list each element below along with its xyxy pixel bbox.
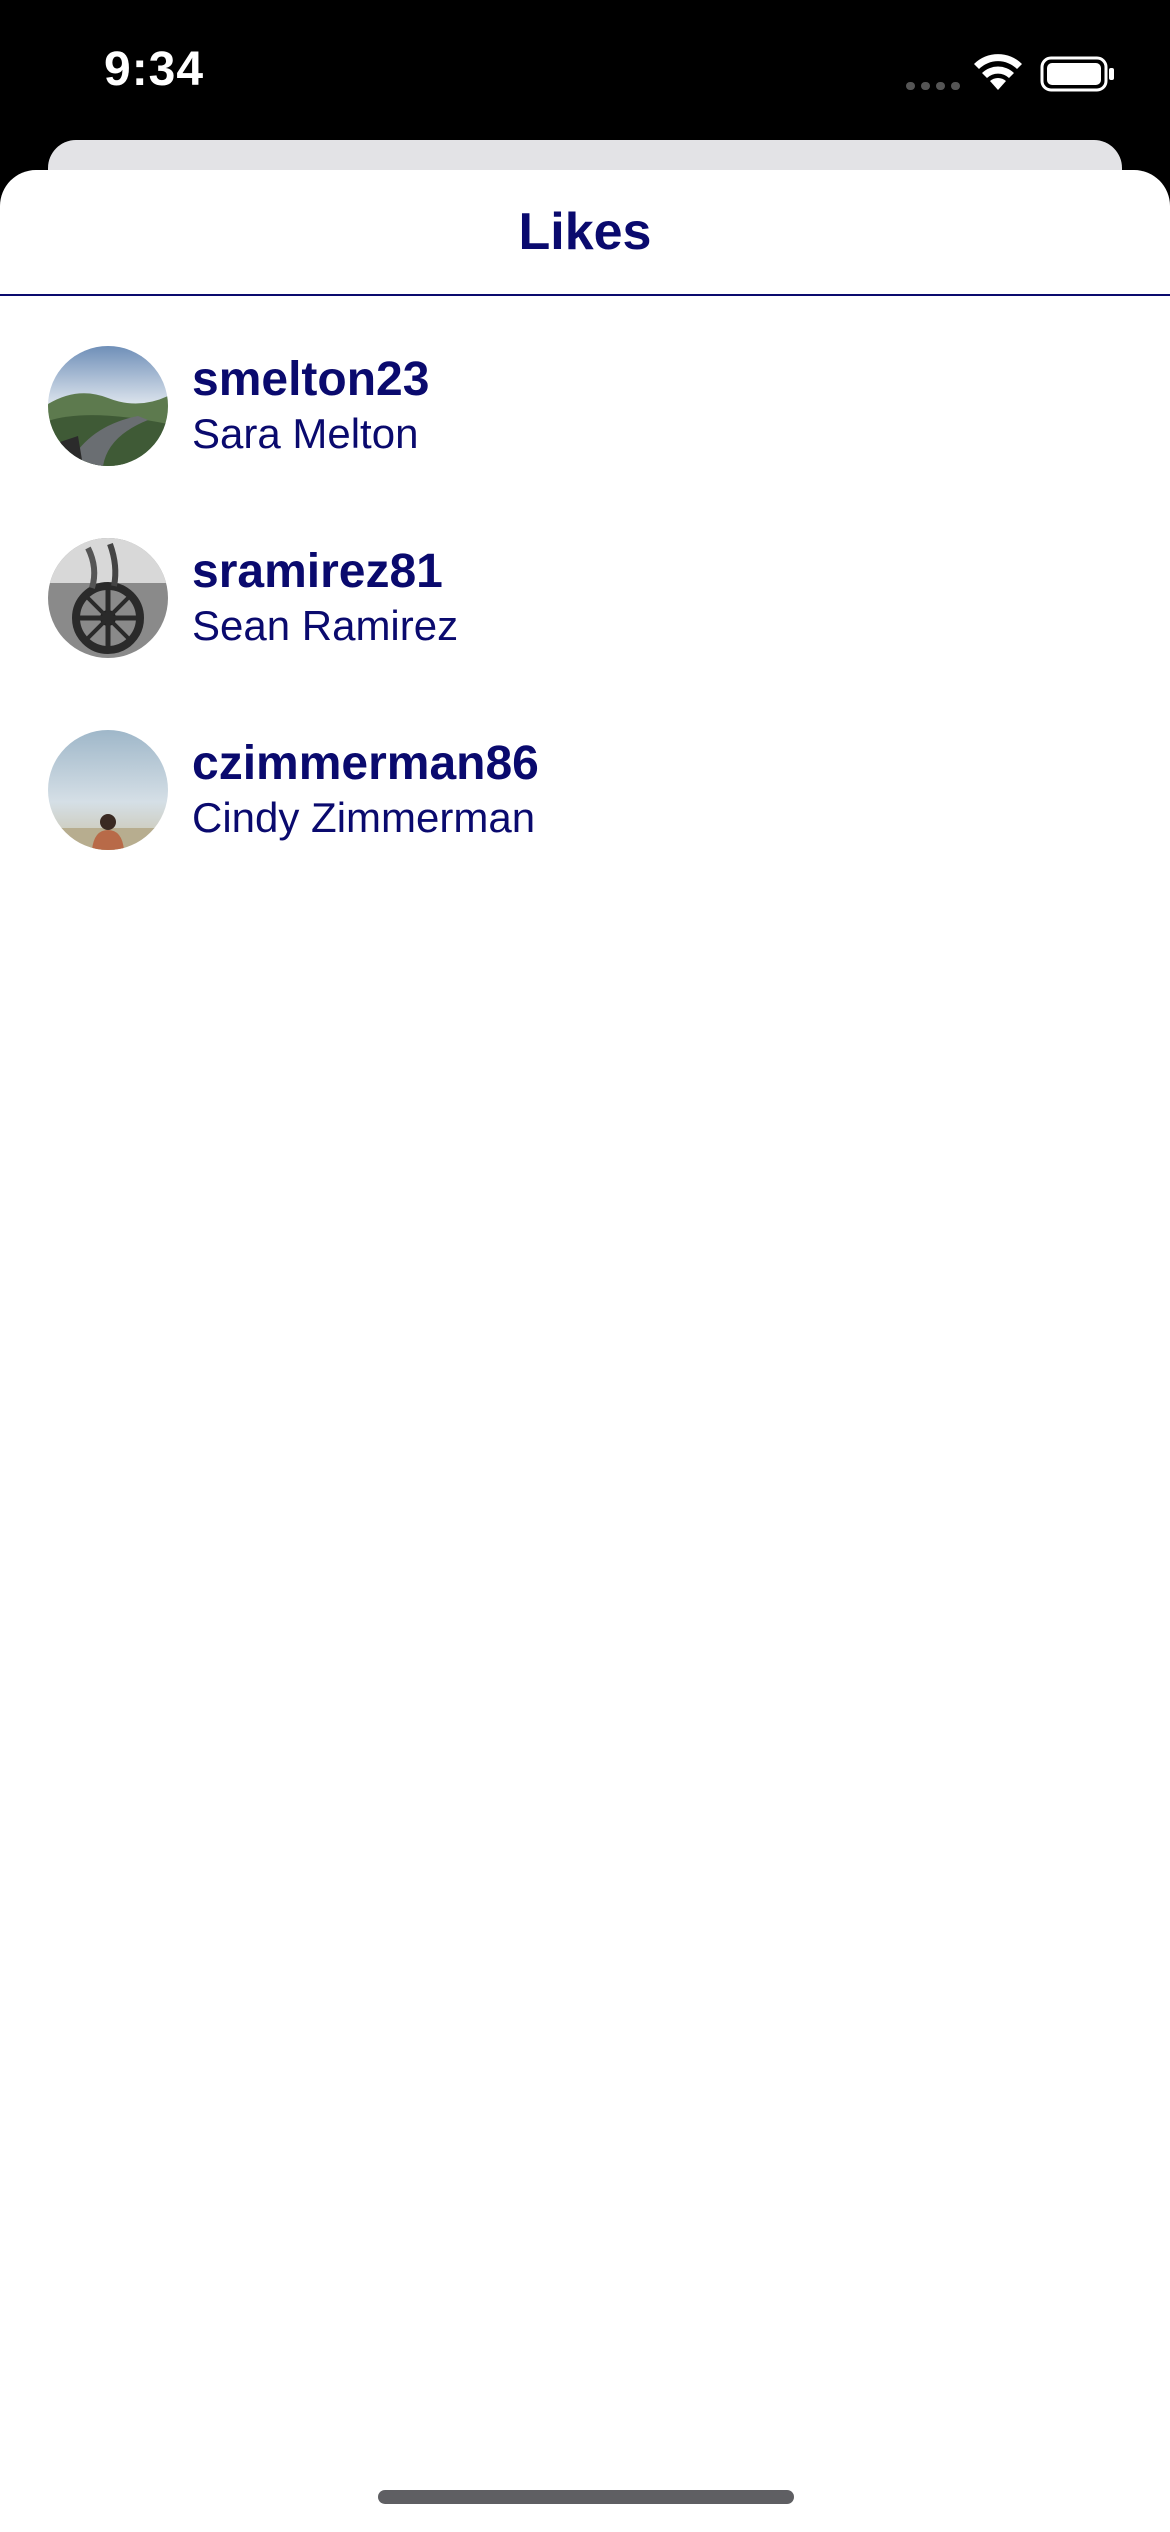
avatar[interactable]: [48, 538, 168, 658]
full-name: Sean Ramirez: [192, 602, 459, 649]
status-bar: 9:34: [0, 0, 1170, 150]
status-time: 9:34: [104, 43, 205, 96]
list-item[interactable]: czimmerman86 Cindy Zimmerman: [0, 680, 1170, 872]
list-item[interactable]: smelton23 Sara Melton: [0, 296, 1170, 488]
home-indicator[interactable]: [378, 2490, 794, 2504]
screen: 9:34 Likes smelton23 Sara Melton sramire…: [0, 0, 1170, 2532]
likes-list: smelton23 Sara Melton sramirez81 Sean Ra…: [0, 296, 1170, 872]
username: czimmerman86: [192, 737, 539, 790]
list-item[interactable]: sramirez81 Sean Ramirez: [0, 488, 1170, 680]
sheet-header: Likes: [0, 170, 1170, 296]
username: sramirez81: [192, 545, 443, 598]
sheet-title: Likes: [518, 203, 652, 261]
wifi-icon: [974, 54, 1022, 90]
cellular-signal-icon: [906, 82, 960, 90]
avatar[interactable]: [48, 346, 168, 466]
likes-sheet: Likes smelton23 Sara Melton sramirez81 S…: [0, 170, 1170, 2532]
full-name: Cindy Zimmerman: [192, 794, 536, 841]
battery-icon: [1040, 56, 1114, 92]
avatar[interactable]: [48, 730, 168, 850]
username: smelton23: [192, 353, 430, 406]
full-name: Sara Melton: [192, 410, 419, 457]
